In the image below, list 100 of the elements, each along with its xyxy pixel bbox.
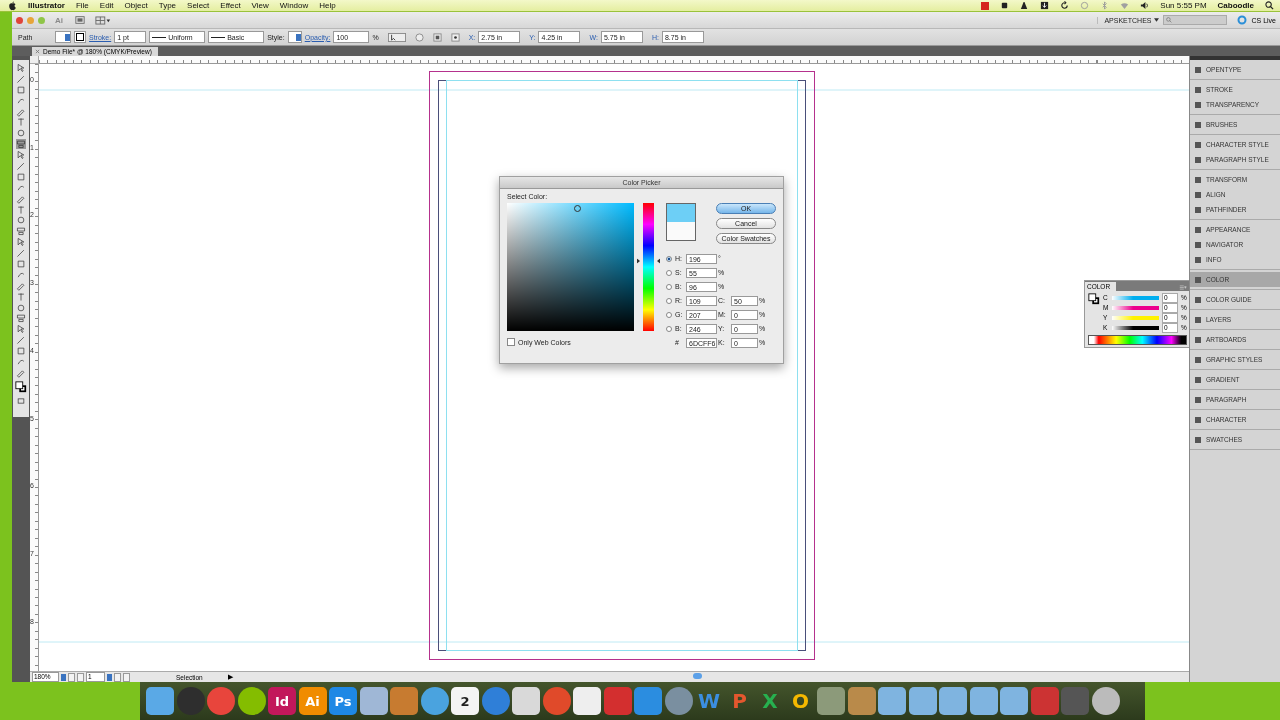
wifi-icon[interactable] [1120,1,1130,10]
tool-icon[interactable] [16,161,26,171]
screen-mode-icon[interactable] [16,395,26,406]
app-icon[interactable] [908,687,937,715]
search-field[interactable] [1163,15,1228,25]
menu-item[interactable]: File [75,1,89,10]
tool-icon[interactable] [16,150,26,161]
app-icon[interactable] [237,687,266,715]
channel-slider[interactable] [1112,295,1159,300]
menu-item[interactable]: Type [158,1,177,10]
menu-item[interactable]: Effect [220,1,241,10]
channel-slider[interactable] [1112,325,1159,330]
recolor-icon[interactable] [414,32,424,42]
tool-icon[interactable] [16,248,26,259]
stroke-swatch[interactable] [74,31,86,43]
app-icon[interactable] [146,687,174,715]
app-icon[interactable]: O [786,687,815,715]
app-icon[interactable] [1091,687,1120,715]
app-icon[interactable] [664,687,693,715]
tool-icon[interactable] [16,313,26,324]
radio-button[interactable] [666,311,672,318]
tool-icon[interactable] [16,367,26,378]
tool-icon[interactable] [16,73,26,84]
close-icon[interactable] [35,49,40,54]
checkbox[interactable] [507,338,515,346]
fill-stroke-icon[interactable] [15,380,27,393]
first-artboard-button[interactable] [68,672,75,682]
style-dropdown[interactable] [287,31,302,43]
tool-icon[interactable] [16,171,26,182]
app-icon[interactable] [420,687,449,715]
menu-item[interactable]: View [251,1,269,10]
hue-slider-thumb[interactable] [637,258,660,264]
tool-icon[interactable] [16,280,26,291]
previous-artboard-button[interactable] [77,672,84,682]
color-spectrum[interactable] [1088,335,1187,345]
arrange-icon[interactable] [95,15,111,25]
reference-point-icon[interactable] [450,32,460,42]
color-field[interactable] [507,203,634,331]
bluetooth-icon[interactable] [1100,1,1110,10]
app-icon[interactable]: 2 [451,687,479,715]
app-icon[interactable] [542,687,571,715]
app-menu[interactable]: Illustrator [28,1,65,10]
menu-item[interactable]: Window [279,1,309,10]
search-icon[interactable] [1265,1,1274,10]
radio-button[interactable] [666,269,672,276]
app-icon[interactable] [573,687,601,715]
tool-icon[interactable] [16,346,26,357]
channel-slider[interactable] [1112,315,1159,320]
tool-icon[interactable] [16,84,26,95]
app-icon[interactable] [512,687,540,715]
tool-icon[interactable] [16,324,26,335]
tool-icon[interactable] [16,63,26,73]
menu-item[interactable]: Edit [99,1,114,10]
scroll-thumb[interactable] [693,673,702,679]
app-icon[interactable] [207,687,235,715]
tool-icon[interactable] [16,302,26,313]
volume-icon[interactable] [1140,1,1150,10]
menu-clock[interactable]: Sun 5:55 PM [1160,1,1207,10]
hue-slider[interactable] [643,203,654,331]
tool-icon[interactable] [16,215,26,226]
next-artboard-button[interactable] [114,672,121,682]
app-icon[interactable]: Ps [329,687,357,715]
radio-button[interactable] [666,297,672,304]
ruler-corner[interactable] [30,56,39,64]
apple-icon[interactable] [8,0,17,11]
tool-icon[interactable] [16,237,26,248]
app-icon[interactable] [939,687,967,715]
radio-button[interactable] [666,255,672,262]
panel-menu-icon[interactable] [1179,285,1187,290]
tool-icon[interactable] [16,128,26,139]
tool-icon[interactable] [16,259,26,270]
app-icon[interactable]: Id [268,687,296,715]
app-icon[interactable]: X [756,687,784,715]
cs-live-icon[interactable] [1237,15,1248,25]
menu-item[interactable]: Select [187,1,210,10]
select-similar-icon[interactable] [387,32,406,42]
app-icon[interactable] [847,687,876,715]
close-button[interactable] [16,16,23,24]
sync-icon[interactable] [1060,1,1070,10]
tool-icon[interactable] [16,335,26,346]
radio-button[interactable] [666,325,672,332]
tool-icon[interactable] [16,139,26,150]
fill-dropdown[interactable] [55,31,71,43]
radio-button[interactable] [666,283,672,290]
app-icon[interactable] [1000,687,1028,715]
horizontal-ruler[interactable] [39,56,1189,64]
tool-icon[interactable] [16,106,26,117]
app-icon[interactable] [359,687,388,715]
align-icon[interactable] [432,32,442,42]
app-icon[interactable] [969,687,998,715]
download-icon[interactable] [1040,1,1050,10]
tool-icon[interactable] [16,193,26,204]
user-name[interactable]: Caboodle [1217,1,1254,10]
app-icon[interactable] [481,687,510,715]
fill-stroke-icon[interactable] [1088,293,1100,305]
menu-item[interactable]: Object [124,1,148,10]
app-icon[interactable] [878,687,906,715]
menu-item[interactable]: Help [319,1,336,10]
tool-icon[interactable] [16,226,26,237]
channel-slider[interactable] [1112,305,1159,310]
